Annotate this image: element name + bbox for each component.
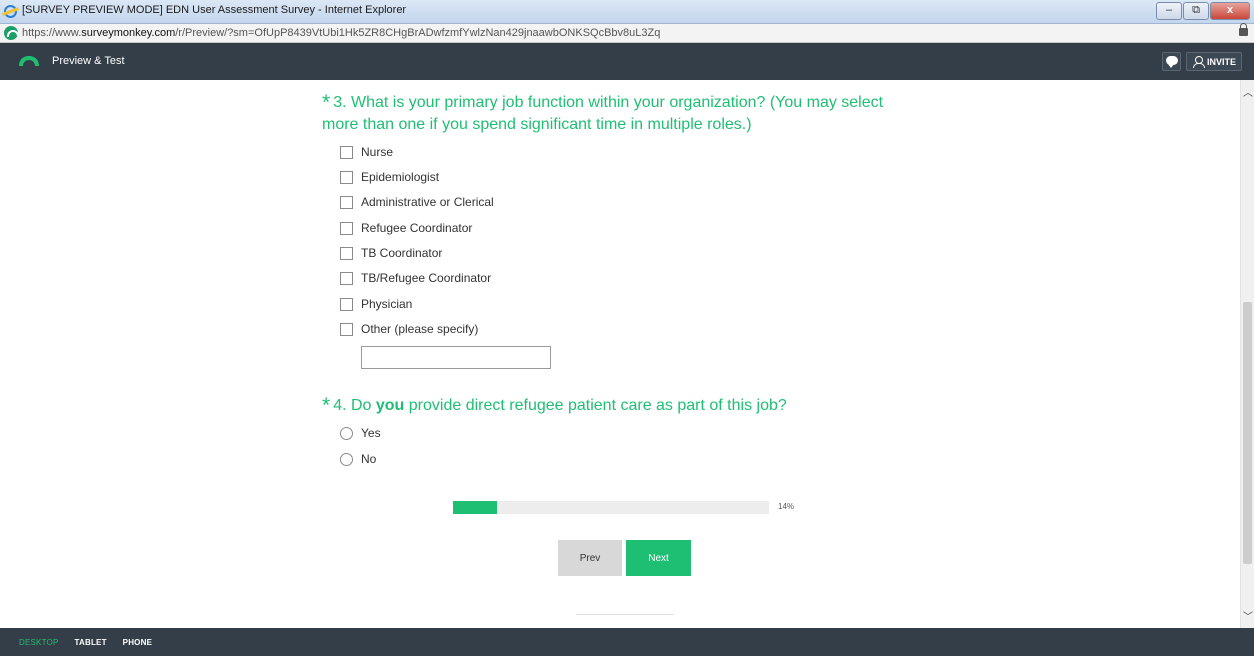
- option-label: Nurse: [361, 145, 394, 159]
- checkbox[interactable]: [340, 145, 353, 159]
- chat-icon[interactable]: [1162, 52, 1181, 71]
- checkbox[interactable]: [340, 297, 353, 311]
- browser-window: { "window": { "title": "[SURVEY PREVIEW …: [0, 0, 1254, 656]
- option-nurse[interactable]: Nurse: [340, 144, 393, 160]
- checkbox[interactable]: [340, 271, 353, 285]
- progress-fill: [453, 501, 498, 514]
- url-prefix: https://www.: [22, 27, 82, 39]
- scroll-down-chevron-icon[interactable]: ﹀: [1243, 608, 1253, 623]
- option-tb-coordinator[interactable]: TB Coordinator: [340, 245, 442, 261]
- prev-button[interactable]: Prev: [558, 540, 622, 576]
- preview-header: Preview & Test INVITE: [0, 43, 1254, 80]
- preview-title: Preview & Test: [52, 55, 125, 67]
- lock-icon[interactable]: [1239, 23, 1248, 36]
- progress-label: 14%: [778, 502, 795, 511]
- url-text[interactable]: https://www.surveymonkey.com/r/Preview/?…: [22, 27, 660, 39]
- surveymonkey-favicon-icon: [4, 26, 19, 40]
- required-star: *: [322, 394, 331, 417]
- question-4-text-after: provide direct refugee patient care as p…: [404, 397, 787, 414]
- required-star: *: [322, 91, 331, 114]
- checkbox[interactable]: [340, 246, 353, 260]
- internet-explorer-icon: [4, 5, 17, 18]
- option-label: TB Coordinator: [361, 246, 443, 260]
- question-4-text-before: 4. Do: [333, 397, 376, 414]
- window-titlebar: [SURVEY PREVIEW MODE] EDN User Assessmen…: [0, 0, 1254, 24]
- mode-tablet[interactable]: TABLET: [75, 638, 107, 647]
- invite-label: INVITE: [1207, 56, 1237, 67]
- checkbox[interactable]: [340, 170, 353, 184]
- radio-button[interactable]: [340, 426, 353, 440]
- mode-desktop[interactable]: DESKTOP: [19, 638, 59, 647]
- option-label: Refugee Coordinator: [361, 221, 473, 235]
- progress-bar: [453, 501, 769, 514]
- next-button[interactable]: Next: [626, 540, 691, 576]
- option-other[interactable]: Other (please specify): [340, 321, 478, 337]
- option-label: Epidemiologist: [361, 170, 440, 184]
- window-title: [SURVEY PREVIEW MODE] EDN User Assessmen…: [22, 4, 407, 16]
- mode-phone[interactable]: PHONE: [123, 638, 152, 647]
- vertical-scrollbar[interactable]: ︿ ﹀: [1240, 80, 1254, 628]
- person-icon: [1193, 56, 1205, 68]
- radio-button[interactable]: [340, 452, 353, 466]
- other-specify-input[interactable]: [361, 346, 551, 369]
- url-path: /r/Preview/?sm=OfUpP8439VtUbi1Hk5ZR8CHgB…: [175, 27, 661, 39]
- minimize-button[interactable]: –: [1156, 2, 1182, 20]
- scroll-up-chevron-icon[interactable]: ︿: [1243, 84, 1253, 99]
- option-label: Other (please specify): [361, 322, 479, 336]
- surveymonkey-logo-icon: [19, 56, 39, 66]
- invite-button[interactable]: INVITE: [1186, 52, 1242, 71]
- option-tb-refugee-coordinator[interactable]: TB/Refugee Coordinator: [340, 270, 491, 286]
- option-refugee-coordinator[interactable]: Refugee Coordinator: [340, 220, 472, 236]
- survey-content: * 3. What is your primary job function wi…: [0, 80, 1240, 628]
- option-label: Physician: [361, 297, 413, 311]
- url-host: surveymonkey.com: [81, 27, 176, 39]
- question-3: * 3. What is your primary job function wi…: [322, 92, 902, 136]
- checkbox[interactable]: [340, 221, 353, 235]
- option-no[interactable]: No: [340, 451, 376, 467]
- question-3-text: 3. What is your primary job function wit…: [322, 94, 884, 133]
- scrollbar-thumb[interactable]: [1243, 302, 1252, 564]
- option-label: Yes: [361, 426, 381, 440]
- option-epidemiologist[interactable]: Epidemiologist: [340, 169, 439, 185]
- option-administrative[interactable]: Administrative or Clerical: [340, 194, 494, 210]
- device-mode-footer: DESKTOP TABLET PHONE: [0, 628, 1254, 656]
- address-bar[interactable]: https://www.surveymonkey.com/r/Preview/?…: [0, 23, 1254, 43]
- checkbox[interactable]: [340, 322, 353, 336]
- divider: [576, 614, 674, 615]
- checkbox[interactable]: [340, 195, 353, 209]
- option-physician[interactable]: Physician: [340, 296, 412, 312]
- option-label: TB/Refugee Coordinator: [361, 271, 492, 285]
- restore-button[interactable]: ⧉: [1183, 2, 1209, 20]
- option-yes[interactable]: Yes: [340, 425, 381, 441]
- window-controls: – ⧉ x: [1156, 2, 1250, 20]
- question-4-text-bold: you: [375, 397, 405, 414]
- option-label: No: [361, 452, 377, 466]
- question-4: * 4. Do you provide direct refugee patien…: [322, 395, 922, 417]
- option-label: Administrative or Clerical: [361, 195, 494, 209]
- close-button[interactable]: x: [1210, 2, 1250, 20]
